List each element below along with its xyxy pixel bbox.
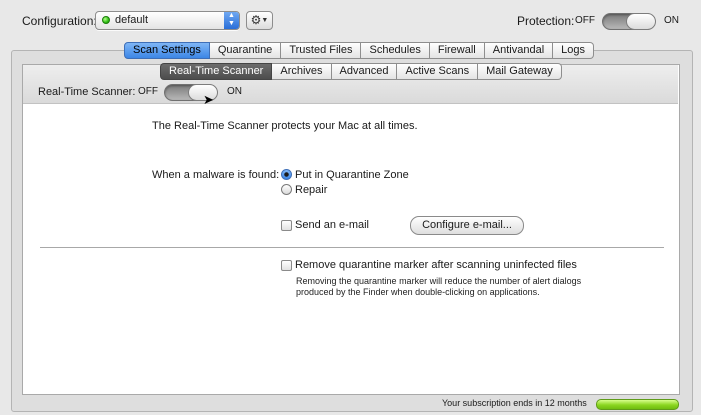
tab-antivandal[interactable]: Antivandal	[484, 42, 554, 59]
subscription-progress-bar	[596, 399, 679, 410]
configuration-value: default	[115, 14, 149, 26]
radio-repair-label: Repair	[295, 184, 328, 196]
remove-marker-note: Removing the quarantine marker will redu…	[296, 276, 626, 298]
gear-icon: ⚙	[250, 13, 262, 27]
tab-logs[interactable]: Logs	[553, 42, 594, 59]
divider	[40, 247, 664, 248]
select-arrows-icon: ▲ ▼	[224, 12, 239, 29]
sub-tab-bar: Real-Time Scanner Archives Advanced Acti…	[160, 63, 562, 80]
protection-off-label: OFF	[575, 15, 595, 26]
remove-marker-label: Remove quarantine marker after scanning …	[295, 259, 577, 271]
tab-advanced[interactable]: Advanced	[331, 63, 398, 80]
configure-email-button[interactable]: Configure e-mail...	[410, 216, 524, 235]
tab-quarantine[interactable]: Quarantine	[209, 42, 282, 59]
rts-off-label: OFF	[138, 86, 158, 97]
tab-archives[interactable]: Archives	[272, 63, 332, 80]
mouse-cursor-icon: ➤	[203, 92, 214, 107]
gear-menu-button[interactable]: ⚙▼	[246, 11, 273, 30]
radio-quarantine[interactable]	[281, 169, 292, 180]
malware-action-label: When a malware is found:	[152, 169, 280, 181]
configuration-label: Configuration:	[22, 14, 97, 28]
remove-marker-checkbox[interactable]	[281, 260, 292, 271]
rts-label: Real-Time Scanner:	[38, 86, 136, 98]
protection-toggle[interactable]	[602, 13, 656, 30]
tab-firewall[interactable]: Firewall	[429, 42, 485, 59]
tab-scan-settings[interactable]: Scan Settings	[124, 42, 210, 59]
tab-trusted-files[interactable]: Trusted Files	[281, 42, 362, 59]
tab-real-time-scanner[interactable]: Real-Time Scanner	[160, 63, 273, 80]
protection-toggle-knob[interactable]	[626, 13, 656, 30]
note-line-1: Removing the quarantine marker will redu…	[296, 276, 582, 286]
send-email-label: Send an e-mail	[295, 219, 369, 231]
rts-on-label: ON	[227, 86, 242, 97]
tab-schedules[interactable]: Schedules	[361, 42, 430, 59]
protection-label: Protection:	[517, 14, 575, 28]
main-tab-bar: Scan Settings Quarantine Trusted Files S…	[124, 42, 594, 59]
tab-active-scans[interactable]: Active Scans	[397, 63, 479, 80]
subscription-text: Your subscription ends in 12 months	[442, 398, 587, 408]
send-email-checkbox[interactable]	[281, 220, 292, 231]
tab-mail-gateway[interactable]: Mail Gateway	[478, 63, 562, 80]
chevron-down-icon: ▼	[261, 16, 269, 24]
note-line-2: produced by the Finder when double-click…	[296, 287, 540, 297]
status-dot-icon	[102, 16, 110, 24]
intro-text: The Real-Time Scanner protects your Mac …	[152, 120, 418, 132]
configuration-select[interactable]: default ▲ ▼	[95, 11, 240, 30]
radio-quarantine-label: Put in Quarantine Zone	[295, 169, 409, 181]
protection-on-label: ON	[664, 15, 679, 26]
radio-repair[interactable]	[281, 184, 292, 195]
